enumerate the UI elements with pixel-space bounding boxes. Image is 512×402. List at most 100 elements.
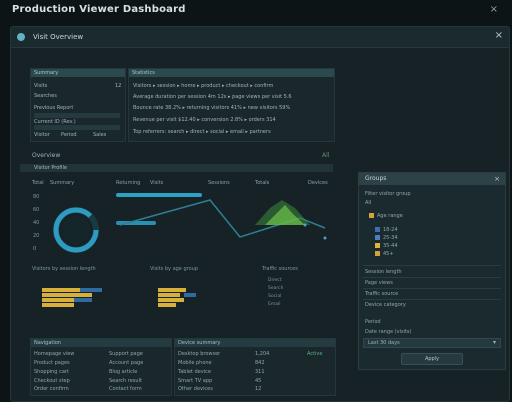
details-panel: Statistics Visitors ▸ session ▸ home ▸ p… — [128, 68, 335, 142]
tab-total[interactable]: Total — [32, 180, 44, 186]
tab-devices[interactable]: Devices — [308, 180, 328, 186]
tab-returning[interactable]: Returning — [116, 180, 140, 186]
details-line: Visitors ▸ session ▸ home ▸ product ▸ ch… — [133, 83, 274, 89]
tab-summary[interactable]: Summary — [50, 180, 74, 186]
chevron-down-icon: ▾ — [492, 339, 496, 346]
bar — [158, 298, 184, 302]
divider — [363, 265, 501, 266]
nav-item[interactable]: Blog article — [109, 369, 137, 375]
device-count: 45 — [255, 378, 262, 384]
window-close-icon[interactable]: × — [495, 30, 503, 41]
side-section-title: Filter visitor group — [365, 191, 411, 197]
legend-swatch — [369, 213, 374, 218]
nav-item[interactable]: Shopping cart — [34, 369, 69, 375]
filter-sublabel: Date range (visits) — [365, 329, 412, 335]
summary-input[interactable] — [34, 113, 120, 118]
section-right-link[interactable]: All — [322, 152, 329, 159]
nav-item[interactable]: Homepage view — [34, 351, 74, 357]
nav-item[interactable]: Support page — [109, 351, 143, 357]
legend-item: Direct — [268, 278, 282, 283]
group-row[interactable]: Page views — [365, 280, 393, 286]
bar — [42, 303, 74, 307]
bar — [158, 303, 176, 307]
summary-row-label: Searches — [34, 93, 57, 99]
nav-item[interactable]: Product pages — [34, 360, 70, 366]
close-icon[interactable]: × — [490, 4, 498, 15]
details-line: Top referrers: search ▸ direct ▸ social … — [133, 129, 271, 135]
legend-swatch — [375, 227, 380, 232]
device-count: 12 — [255, 386, 262, 392]
device-count: 1,204 — [255, 351, 270, 357]
device-item: Desktop browser — [178, 351, 221, 357]
groups-close-icon[interactable]: × — [494, 173, 500, 185]
navigation-box-title: Navigation — [31, 339, 171, 347]
app-title: Production Viewer Dashboard — [12, 4, 186, 15]
groups-panel: Groups × Filter visitor group All Age ra… — [358, 172, 506, 370]
chart-caption: Visits by age group — [150, 266, 198, 272]
divider — [363, 288, 501, 289]
summary-row-label: Visits — [34, 83, 48, 89]
y-tick: 20 — [33, 233, 40, 239]
tab-sessions[interactable]: Sessions — [208, 180, 230, 186]
summary-panel-title: Summary — [31, 69, 125, 77]
bar — [80, 288, 102, 292]
status-badge: Active — [307, 351, 323, 357]
summary-footer-item: Period — [61, 132, 77, 138]
nav-item[interactable]: Account page — [109, 360, 143, 366]
donut-hole — [62, 216, 90, 244]
group-row[interactable]: Traffic source — [365, 291, 398, 297]
window-header: Visit Overview × — [11, 27, 509, 48]
legend-label: 25-34 — [383, 235, 398, 241]
device-box-title: Device summary — [175, 339, 335, 347]
section-title: Overview — [32, 152, 61, 159]
legend-item: Search — [268, 286, 284, 291]
legend-swatch — [375, 235, 380, 240]
y-tick: 0 — [33, 246, 37, 252]
apply-button[interactable]: Apply — [401, 353, 463, 365]
details-line: Revenue per visit $12.40 ▸ conversion 2.… — [133, 117, 276, 123]
device-item: Other devices — [178, 386, 213, 392]
app-icon — [17, 33, 25, 41]
bar — [158, 293, 180, 297]
group-row[interactable]: Device category — [365, 302, 406, 308]
details-line: Bounce rate 38.2% ▸ returning visitors 4… — [133, 105, 291, 111]
nav-item[interactable]: Order confirm — [34, 386, 69, 392]
device-item: Tablet device — [178, 369, 211, 375]
bar — [74, 298, 92, 302]
y-tick: 40 — [33, 220, 40, 226]
tabbar-label: Visitor Profile — [34, 165, 67, 171]
summary-row-value: 12 — [115, 83, 122, 89]
groups-panel-header: Groups × — [359, 173, 505, 185]
divider — [363, 299, 501, 300]
summary-panel: Summary Visits 12 Searches Previous Repo… — [30, 68, 126, 142]
nav-item[interactable]: Search result — [109, 378, 142, 384]
tab-totals[interactable]: Totals — [255, 180, 269, 186]
section-tabbar: Visitor Profile — [20, 164, 333, 172]
legend-label: 45+ — [383, 251, 394, 257]
details-panel-title: Statistics — [129, 69, 334, 77]
device-item: Mobile phone — [178, 360, 212, 366]
period-select[interactable]: Last 30 days ▾ — [363, 338, 501, 348]
device-box: Device summary Desktop browser Mobile ph… — [174, 338, 336, 396]
summary-input[interactable] — [34, 125, 120, 130]
divider — [363, 277, 501, 278]
legend-title: Age range — [377, 213, 403, 219]
tab-visits[interactable]: Visits — [150, 180, 163, 186]
chart-caption: Traffic sources — [262, 266, 298, 272]
nav-item[interactable]: Checkout step — [34, 378, 70, 384]
legend-label: 35-44 — [383, 243, 398, 249]
device-count: 311 — [255, 369, 265, 375]
summary-footer-item: Sales — [93, 132, 107, 138]
group-row[interactable]: Session length — [365, 269, 402, 275]
line-chart — [119, 199, 327, 240]
nav-item[interactable]: Contact form — [109, 386, 142, 392]
legend-label: 18-24 — [383, 227, 398, 233]
summary-row-label: Previous Report — [34, 105, 74, 111]
bar — [184, 293, 196, 297]
summary-footer-item: Visitor — [34, 132, 50, 138]
device-item: Smart TV app — [178, 378, 213, 384]
navigation-box: Navigation Homepage view Product pages S… — [30, 338, 172, 396]
bar — [42, 293, 92, 297]
data-point — [323, 236, 327, 240]
groups-panel-title: Groups — [365, 175, 387, 182]
